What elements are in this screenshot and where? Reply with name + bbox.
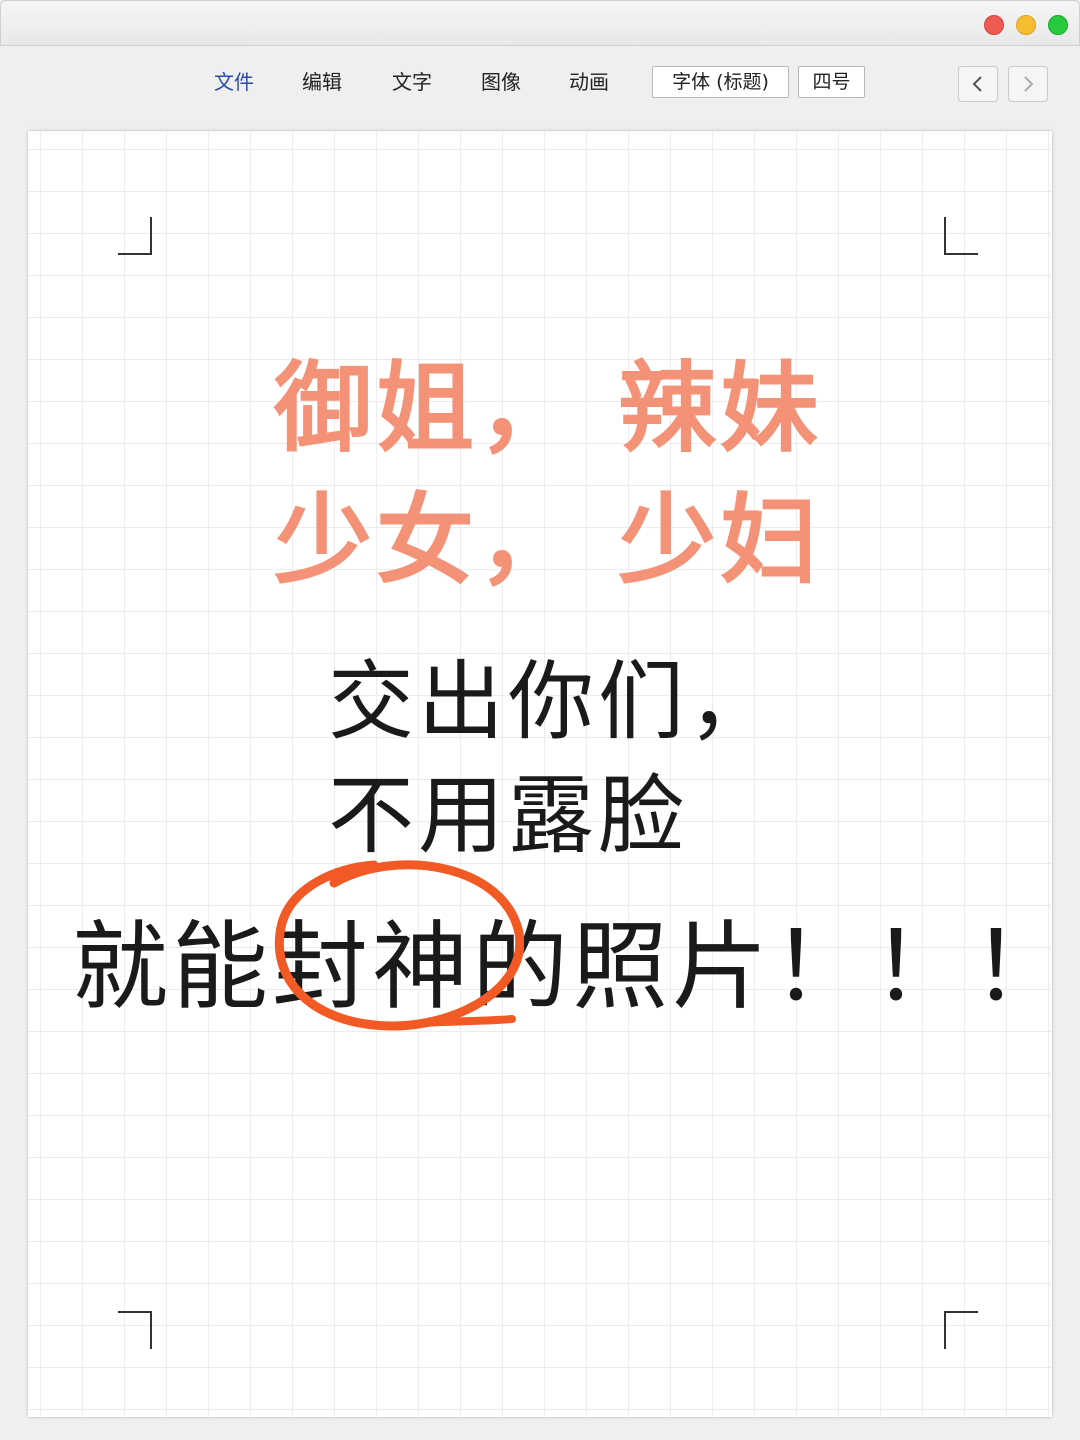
headline-line-2: 少女， 少妇 <box>274 484 823 598</box>
crop-mark-top-left <box>118 217 152 255</box>
menu-image[interactable]: 图像 <box>481 68 521 96</box>
menu-edit[interactable]: 编辑 <box>302 68 342 96</box>
crop-mark-top-right <box>944 217 978 255</box>
menu-animation[interactable]: 动画 <box>569 68 609 96</box>
chevron-right-icon <box>1024 76 1034 92</box>
forward-button[interactable] <box>1008 66 1048 102</box>
menu-text[interactable]: 文字 <box>392 68 432 96</box>
back-button[interactable] <box>958 66 998 102</box>
zoom-button[interactable] <box>1048 15 1068 35</box>
document-page[interactable]: 御姐， 辣妹 少女， 少妇 交出你们， 不用露脸 就能封神的照片！！！ <box>28 131 1068 1417</box>
body-line-3: 就能封神的照片！！！ <box>72 911 1072 1023</box>
toolbar <box>0 46 1080 122</box>
chevron-left-icon <box>972 76 982 92</box>
minimize-button[interactable] <box>1016 15 1036 35</box>
crop-mark-bottom-right <box>944 1311 978 1349</box>
headline-line-1: 御姐， 辣妹 <box>274 352 823 466</box>
close-button[interactable] <box>984 15 1004 35</box>
body-line-1: 交出你们， <box>328 652 778 752</box>
highlight-circle <box>274 860 524 1031</box>
menu-file[interactable]: 文件 <box>214 68 254 96</box>
crop-mark-bottom-left <box>118 1311 152 1349</box>
window-titlebar <box>0 0 1080 46</box>
font-family-select[interactable]: 字体 (标题) <box>652 66 789 98</box>
font-size-select[interactable]: 四号 <box>798 66 865 98</box>
